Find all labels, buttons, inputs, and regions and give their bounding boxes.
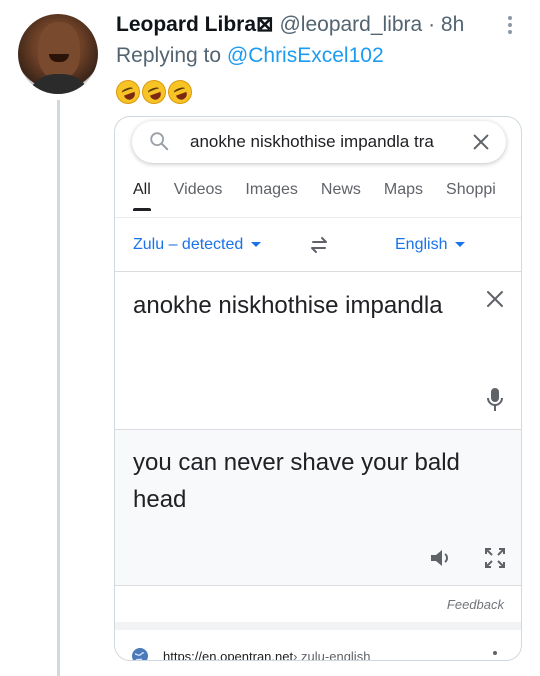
language-divider — [115, 271, 521, 272]
source-language-label: Zulu – detected — [133, 236, 244, 253]
source-text-input[interactable]: anokhe niskhothise impandla — [133, 287, 453, 324]
tab-shopping[interactable]: Shoppi — [446, 181, 496, 211]
thread-line — [57, 100, 60, 676]
search-tabs: All Videos Images News Maps Shoppi — [133, 181, 519, 211]
header-separator: · — [428, 13, 436, 36]
search-icon — [150, 132, 169, 151]
attached-image[interactable]: anokhe niskhothise impandla tra All Vide… — [114, 116, 522, 661]
author-handle[interactable]: @leopard_libra — [279, 13, 422, 36]
chevron-down-icon — [455, 242, 466, 248]
chevron-down-icon — [251, 242, 262, 248]
tweet-header: Leopard Libra⊠ @leopard_libra · 8h — [116, 12, 464, 37]
tabs-divider — [115, 217, 521, 218]
target-language-dropdown[interactable]: English — [395, 236, 466, 254]
tab-all[interactable]: All — [133, 181, 151, 211]
close-icon[interactable] — [485, 289, 505, 309]
mention-link[interactable]: @ChrisExcel102 — [227, 44, 384, 67]
laughing-emoji-icon — [138, 76, 170, 108]
translated-text: you can never shave your bald head — [133, 449, 460, 513]
microphone-icon[interactable] — [485, 387, 505, 413]
avatar[interactable] — [18, 14, 98, 94]
laughing-emoji-icon — [164, 76, 196, 108]
more-options-icon[interactable] — [505, 16, 515, 38]
tab-images[interactable]: Images — [245, 181, 297, 211]
tab-maps[interactable]: Maps — [384, 181, 423, 211]
translation-output: you can never shave your bald head — [115, 429, 521, 586]
search-input[interactable]: anokhe niskhothise impandla tra — [190, 132, 452, 152]
more-options-icon[interactable] — [493, 651, 497, 655]
replying-to: Replying to @ChrisExcel102 — [116, 44, 384, 68]
source-language-dropdown[interactable]: Zulu – detected — [133, 236, 262, 254]
tweet-emojis — [112, 76, 196, 108]
search-bar[interactable]: anokhe niskhothise impandla tra — [132, 121, 506, 163]
result-breadcrumb: › zulu-english — [293, 648, 371, 661]
replying-to-label: Replying to — [116, 44, 222, 67]
language-selector-row: Zulu – detected English — [115, 220, 521, 270]
feedback-link[interactable]: Feedback — [447, 597, 504, 612]
tab-news[interactable]: News — [321, 181, 361, 211]
globe-icon — [132, 648, 148, 660]
author-name-glyph: ⊠ — [256, 13, 274, 36]
result-separator — [115, 622, 521, 630]
author-name[interactable]: Leopard Libra — [116, 13, 256, 36]
laughing-emoji-icon — [112, 76, 144, 108]
tab-videos[interactable]: Videos — [174, 181, 223, 211]
result-url[interactable]: https://en.opentran.net — [163, 649, 293, 661]
speaker-icon[interactable] — [428, 546, 454, 570]
close-icon[interactable] — [470, 131, 492, 153]
tweet-time[interactable]: 8h — [441, 13, 464, 36]
target-language-label: English — [395, 236, 448, 253]
search-result-url[interactable]: https://en.opentran.net › zulu-english — [131, 647, 371, 661]
swap-languages-icon[interactable] — [307, 233, 331, 257]
fullscreen-icon[interactable] — [483, 546, 507, 570]
